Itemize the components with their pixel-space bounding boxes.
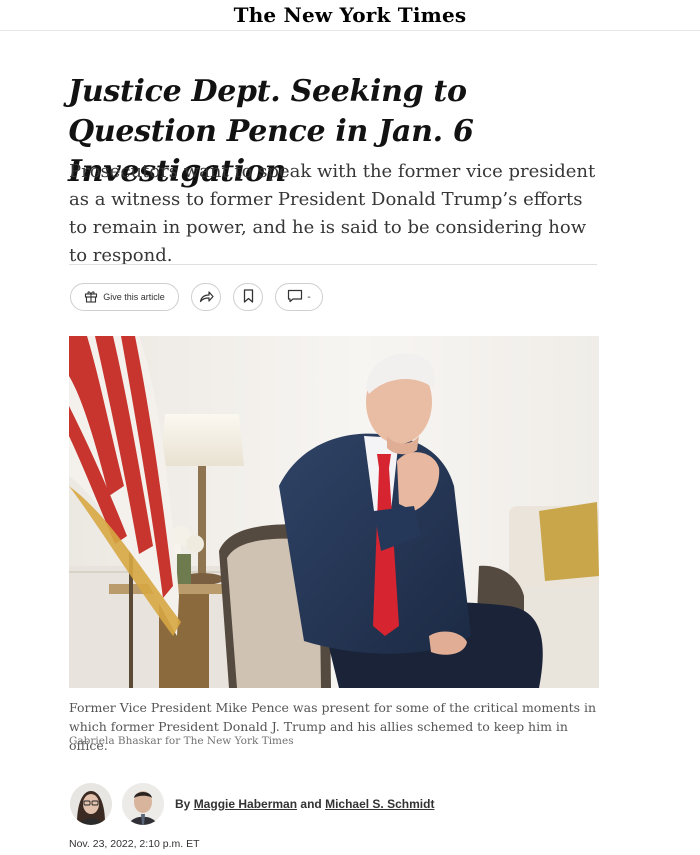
- comment-icon: [287, 288, 303, 307]
- photo-credit: Gabriela Bhaskar for The New York Times: [69, 735, 294, 747]
- share-button[interactable]: [191, 283, 221, 311]
- author-link-michael-schmidt[interactable]: Michael S. Schmidt: [325, 797, 434, 811]
- nyt-logo[interactable]: The New York Times: [234, 3, 467, 27]
- give-article-label: Give this article: [103, 292, 165, 302]
- avatar-michael-schmidt[interactable]: [122, 783, 164, 825]
- avatar-maggie-haberman[interactable]: [70, 783, 112, 825]
- share-icon: [199, 288, 214, 307]
- byline-prefix: By: [175, 797, 191, 811]
- article-toolbar: Give this article -: [70, 283, 323, 313]
- divider: [69, 264, 597, 265]
- comments-count: -: [307, 291, 311, 303]
- author-link-maggie-haberman[interactable]: Maggie Haberman: [194, 797, 297, 811]
- give-article-button[interactable]: Give this article: [70, 283, 179, 311]
- bookmark-button[interactable]: [233, 283, 263, 311]
- masthead: The New York Times: [0, 0, 700, 31]
- comments-button[interactable]: -: [275, 283, 323, 311]
- article-photo[interactable]: [69, 336, 599, 688]
- bookmark-icon: [243, 288, 254, 307]
- author-avatars: [70, 783, 164, 825]
- byline-and: and: [300, 797, 322, 811]
- pence-portrait-image: [69, 336, 599, 688]
- publish-date: Nov. 23, 2022, 2:10 p.m. ET: [69, 838, 200, 850]
- gift-icon: [84, 288, 98, 307]
- byline: By Maggie Haberman and Michael S. Schmid…: [175, 797, 434, 811]
- article-summary: Prosecutors want to speak with the forme…: [69, 161, 596, 266]
